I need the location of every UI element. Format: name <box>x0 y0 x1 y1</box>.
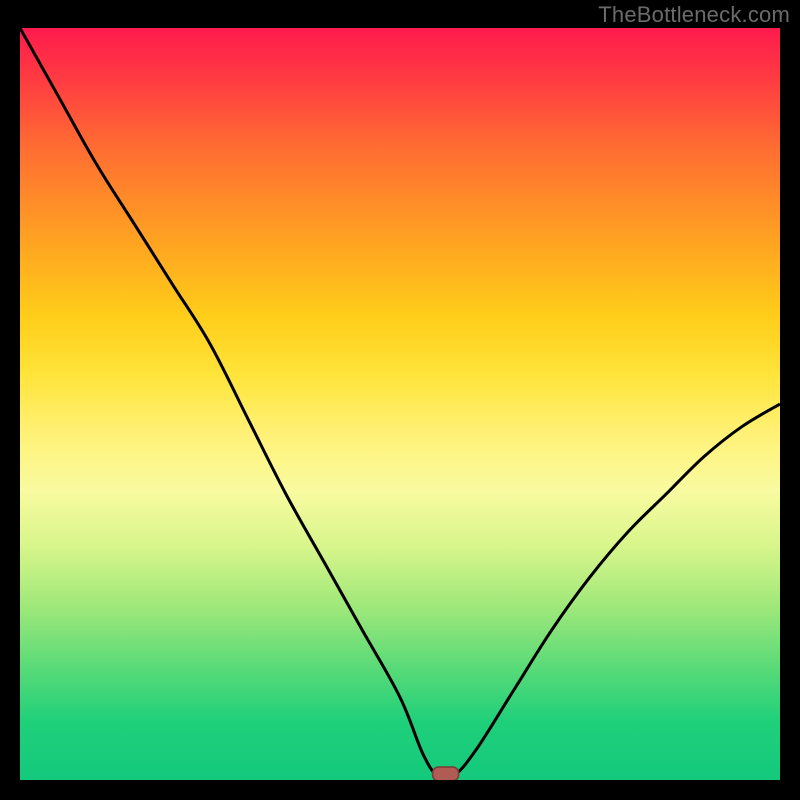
bottleneck-chart <box>20 28 780 780</box>
chart-background <box>20 28 780 780</box>
chart-container <box>20 28 780 780</box>
watermark-label: TheBottleneck.com <box>598 2 790 28</box>
optimal-point-marker <box>433 767 459 780</box>
app-frame: TheBottleneck.com <box>0 0 800 800</box>
